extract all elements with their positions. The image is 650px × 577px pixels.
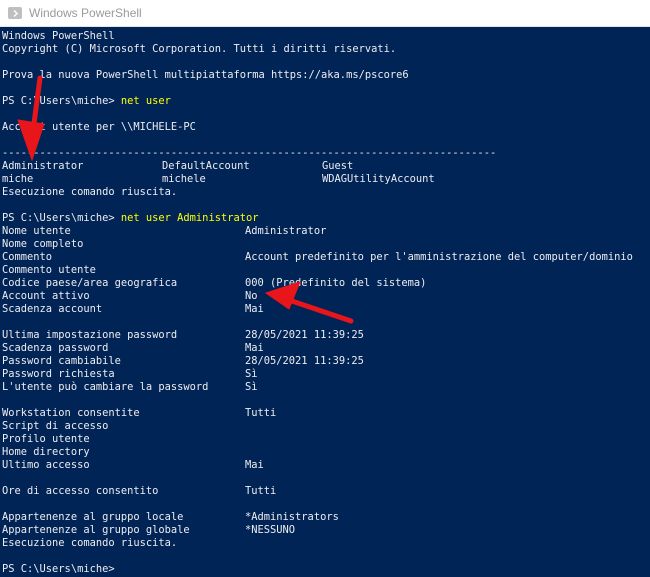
property-label: Nome utente: [2, 225, 71, 237]
property-value: Mai: [245, 459, 264, 471]
property-row: L'utente può cambiare la password Sì: [2, 381, 648, 394]
property-label: Scadenza password: [2, 342, 109, 354]
property-row: Ultimo accesso Mai: [2, 459, 648, 472]
property-row: Codice paese/area geografica 000 (Predefi…: [2, 277, 648, 290]
property-row: Ore di accesso consentito Tutti: [2, 485, 648, 498]
prompt: PS C:\Users\miche>: [2, 212, 121, 224]
property-row: Script di accesso: [2, 420, 648, 433]
property-label: Commento: [2, 251, 53, 263]
property-value: Mai: [245, 303, 264, 315]
property-value: Tutti: [245, 407, 277, 419]
property-value: 000 (Predefinito del sistema): [245, 277, 427, 289]
property-row: Workstation consentite Tutti: [2, 407, 648, 420]
property-label: Ultima impostazione password: [2, 329, 178, 341]
property-label: Scadenza account: [2, 303, 103, 315]
user-name-cell: michele: [162, 173, 206, 185]
property-label: Commento utente: [2, 264, 96, 276]
property-value: 28/05/2021 11:39:25: [245, 329, 364, 341]
property-row: Password richiesta Sì: [2, 368, 648, 381]
property-label: Appartenenze al gruppo globale: [2, 524, 190, 536]
property-label: Appartenenze al gruppo locale: [2, 511, 184, 523]
property-label: Ultimo accesso: [2, 459, 90, 471]
user-name-cell: DefaultAccount: [162, 160, 250, 172]
output-line: ----------------------------------------…: [2, 147, 497, 159]
property-value: Sì: [245, 381, 258, 393]
console-output[interactable]: Windows PowerShell Copyright (C) Microsof…: [0, 27, 650, 577]
property-value: Mai: [245, 342, 264, 354]
property-row: Ultima impostazione password 28/05/2021 1…: [2, 329, 648, 342]
output-line: Prova la nuova PowerShell multipiattafor…: [2, 69, 409, 81]
property-label: Script di accesso: [2, 420, 109, 432]
property-row: Profilo utente: [2, 433, 648, 446]
prompt-line: PS C:\Users\miche>: [2, 563, 121, 576]
output-line: Esecuzione comando riuscita.: [2, 537, 178, 549]
user-list-row: Administrator DefaultAccount Guest: [2, 160, 642, 173]
prompt-line: PS C:\Users\miche> net user Administrato…: [2, 212, 259, 225]
title-bar[interactable]: Windows PowerShell: [0, 0, 650, 27]
property-row: Appartenenze al gruppo locale *Administra…: [2, 511, 648, 524]
property-label: Codice paese/area geografica: [2, 277, 178, 289]
user-name-cell: miche: [2, 173, 34, 185]
property-row: Home directory: [2, 446, 648, 459]
property-label: Password richiesta: [2, 368, 115, 380]
property-label: Profilo utente: [2, 433, 90, 445]
property-value: Tutti: [245, 485, 277, 497]
property-label: L'utente può cambiare la password: [2, 381, 209, 393]
user-list-row: miche michele WDAGUtilityAccount: [2, 173, 642, 186]
user-name-cell: Guest: [322, 160, 354, 172]
property-row: Appartenenze al gruppo globale *NESSUNO: [2, 524, 648, 537]
property-row: Scadenza account Mai: [2, 303, 648, 316]
property-label: Account attivo: [2, 290, 90, 302]
output-line: Account utente per \\MICHELE-PC: [2, 121, 196, 133]
prompt: PS C:\Users\miche>: [2, 95, 121, 107]
property-row: Nome completo: [2, 238, 648, 251]
property-row: Nome utente Administrator: [2, 225, 648, 238]
command: net user Administrator: [120, 212, 259, 224]
property-row: Commento utente: [2, 264, 648, 277]
property-row: Commento Account predefinito per l'ammini…: [2, 251, 648, 264]
property-label: Workstation consentite: [2, 407, 140, 419]
output-line: Copyright (C) Microsoft Corporation. Tut…: [2, 43, 397, 55]
property-label: Nome completo: [2, 238, 84, 250]
property-row: Scadenza password Mai: [2, 342, 648, 355]
powershell-icon: [8, 7, 22, 19]
property-value: Account predefinito per l'amministrazion…: [245, 251, 633, 263]
property-label: Home directory: [2, 446, 90, 458]
property-row: Password cambiabile 28/05/2021 11:39:25: [2, 355, 648, 368]
window-title: Windows PowerShell: [29, 6, 142, 20]
command: net user: [120, 95, 171, 107]
prompt: PS C:\Users\miche>: [2, 563, 121, 575]
property-value: Administrator: [245, 225, 327, 237]
user-name-cell: Administrator: [2, 160, 84, 172]
user-name-cell: WDAGUtilityAccount: [322, 173, 435, 185]
output-line: Windows PowerShell: [2, 30, 115, 42]
property-value: *Administrators: [245, 511, 339, 523]
prompt-line: PS C:\Users\miche> net user: [2, 95, 171, 108]
property-row: Account attivo No: [2, 290, 648, 303]
property-value: No: [245, 290, 258, 302]
property-value: *NESSUNO: [245, 524, 296, 536]
property-label: Password cambiabile: [2, 355, 121, 367]
property-label: Ore di accesso consentito: [2, 485, 159, 497]
output-line: Esecuzione comando riuscita.: [2, 186, 178, 198]
property-value: Sì: [245, 368, 258, 380]
property-value: 28/05/2021 11:39:25: [245, 355, 364, 367]
